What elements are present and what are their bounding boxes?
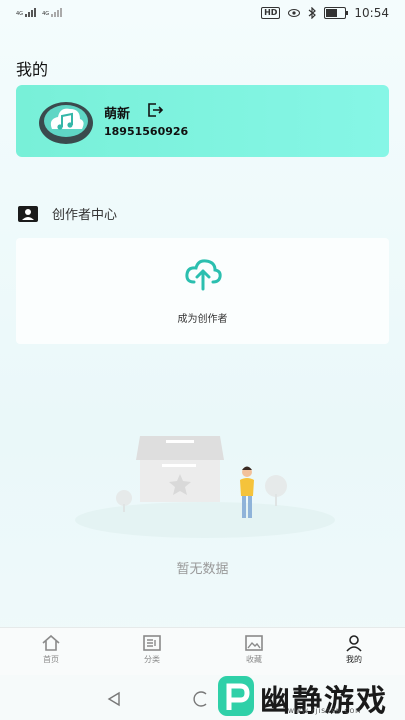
tab-favorites-label: 收藏: [246, 655, 262, 664]
empty-box-illustration: [75, 436, 335, 538]
cloud-upload-icon: [185, 259, 222, 291]
clock: 10:54: [354, 6, 389, 20]
network-type: 4G: [16, 11, 24, 17]
signal-group: 4G 4G: [16, 8, 63, 17]
home-icon: [42, 634, 60, 651]
become-creator-card[interactable]: 成为创作者: [16, 238, 389, 344]
brand-logo-icon: [218, 676, 254, 716]
status-bar: 4G 4G HD 10:54: [0, 0, 405, 28]
contact-card-icon: [18, 205, 38, 222]
creator-section-title: 创作者中心: [52, 208, 118, 223]
hd-badge: HD: [261, 7, 281, 19]
bluetooth-icon: [309, 7, 317, 19]
signal-icon: 4G: [16, 8, 37, 17]
tab-profile-label: 我的: [346, 655, 362, 664]
back-icon[interactable]: [106, 691, 122, 707]
user-name: 萌新: [104, 107, 131, 122]
avatar: [39, 102, 93, 144]
category-icon: [143, 635, 161, 651]
profile-icon: [346, 635, 362, 652]
tab-category[interactable]: 分类: [122, 634, 182, 665]
tab-home-label: 首页: [43, 655, 59, 664]
favorites-icon: [245, 635, 263, 651]
page-title: 我的: [16, 60, 49, 79]
watermark-logo: 幽静游戏 WWW.YJISREN.COM: [212, 672, 405, 720]
user-phone: 18951560926: [104, 125, 189, 138]
tab-profile[interactable]: 我的: [324, 634, 384, 665]
eye-icon: [288, 9, 301, 17]
user-card[interactable]: 萌新 18951560926: [16, 85, 389, 157]
tab-favorites[interactable]: 收藏: [224, 634, 284, 665]
home-nav-icon[interactable]: [193, 691, 209, 707]
bottom-tab-bar: 首页 分类 收藏 我的: [0, 627, 405, 676]
watermark-url: WWW.YJISREN.COM: [288, 708, 362, 715]
tab-category-label: 分类: [144, 655, 160, 664]
empty-state-text: 暂无数据: [176, 562, 229, 577]
network-type-2: 4G: [42, 11, 50, 17]
logout-icon[interactable]: [146, 101, 164, 119]
battery-icon: [324, 7, 349, 19]
become-creator-label: 成为创作者: [177, 314, 228, 325]
tab-home[interactable]: 首页: [21, 634, 81, 665]
creator-section-header: 创作者中心: [18, 204, 117, 223]
signal-icon-2: 4G: [42, 8, 63, 17]
